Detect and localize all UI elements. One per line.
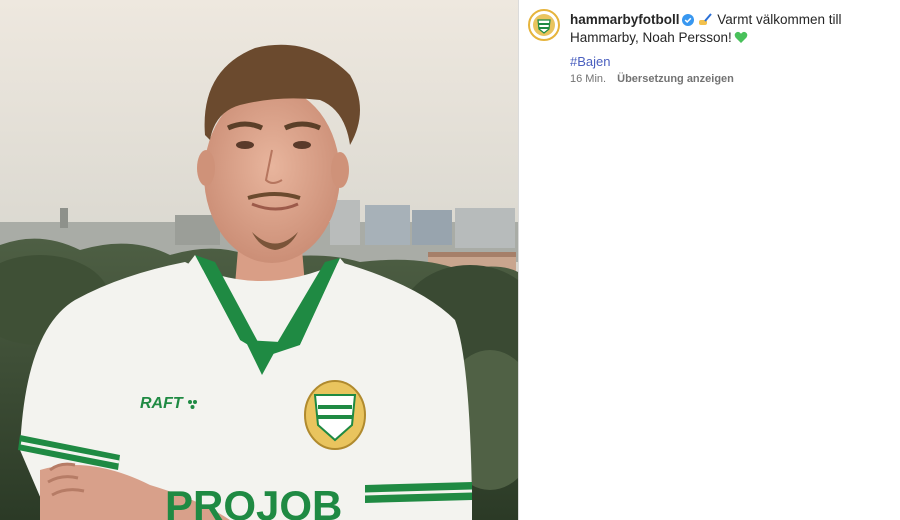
writing-hand-emoji [698, 13, 712, 25]
green-heart-emoji [734, 31, 748, 43]
translate-button[interactable]: Übersetzung anzeigen [617, 73, 734, 85]
jersey-brand-text: RAFT [140, 395, 184, 412]
club-crest-icon [304, 380, 366, 450]
post-caption: hammarbyfotboll Varmt välkommen till Ham… [570, 11, 892, 47]
post-sidebar: hammarbyfotboll Varmt välkommen till Ham… [519, 0, 900, 520]
jersey-sponsor-text: PROJOB [165, 482, 342, 520]
photo-image: RAFT PROJOB [0, 0, 518, 520]
post-time[interactable]: 16 Min. [570, 73, 606, 85]
username-link[interactable]: hammarbyfotboll [570, 12, 680, 27]
post-photo[interactable]: RAFT PROJOB [0, 0, 518, 520]
hashtag-link[interactable]: #Bajen [570, 54, 610, 69]
verified-badge-icon [681, 14, 694, 26]
post-meta: 16 Min. Übersetzung anzeigen [570, 73, 734, 85]
avatar[interactable] [528, 9, 560, 41]
